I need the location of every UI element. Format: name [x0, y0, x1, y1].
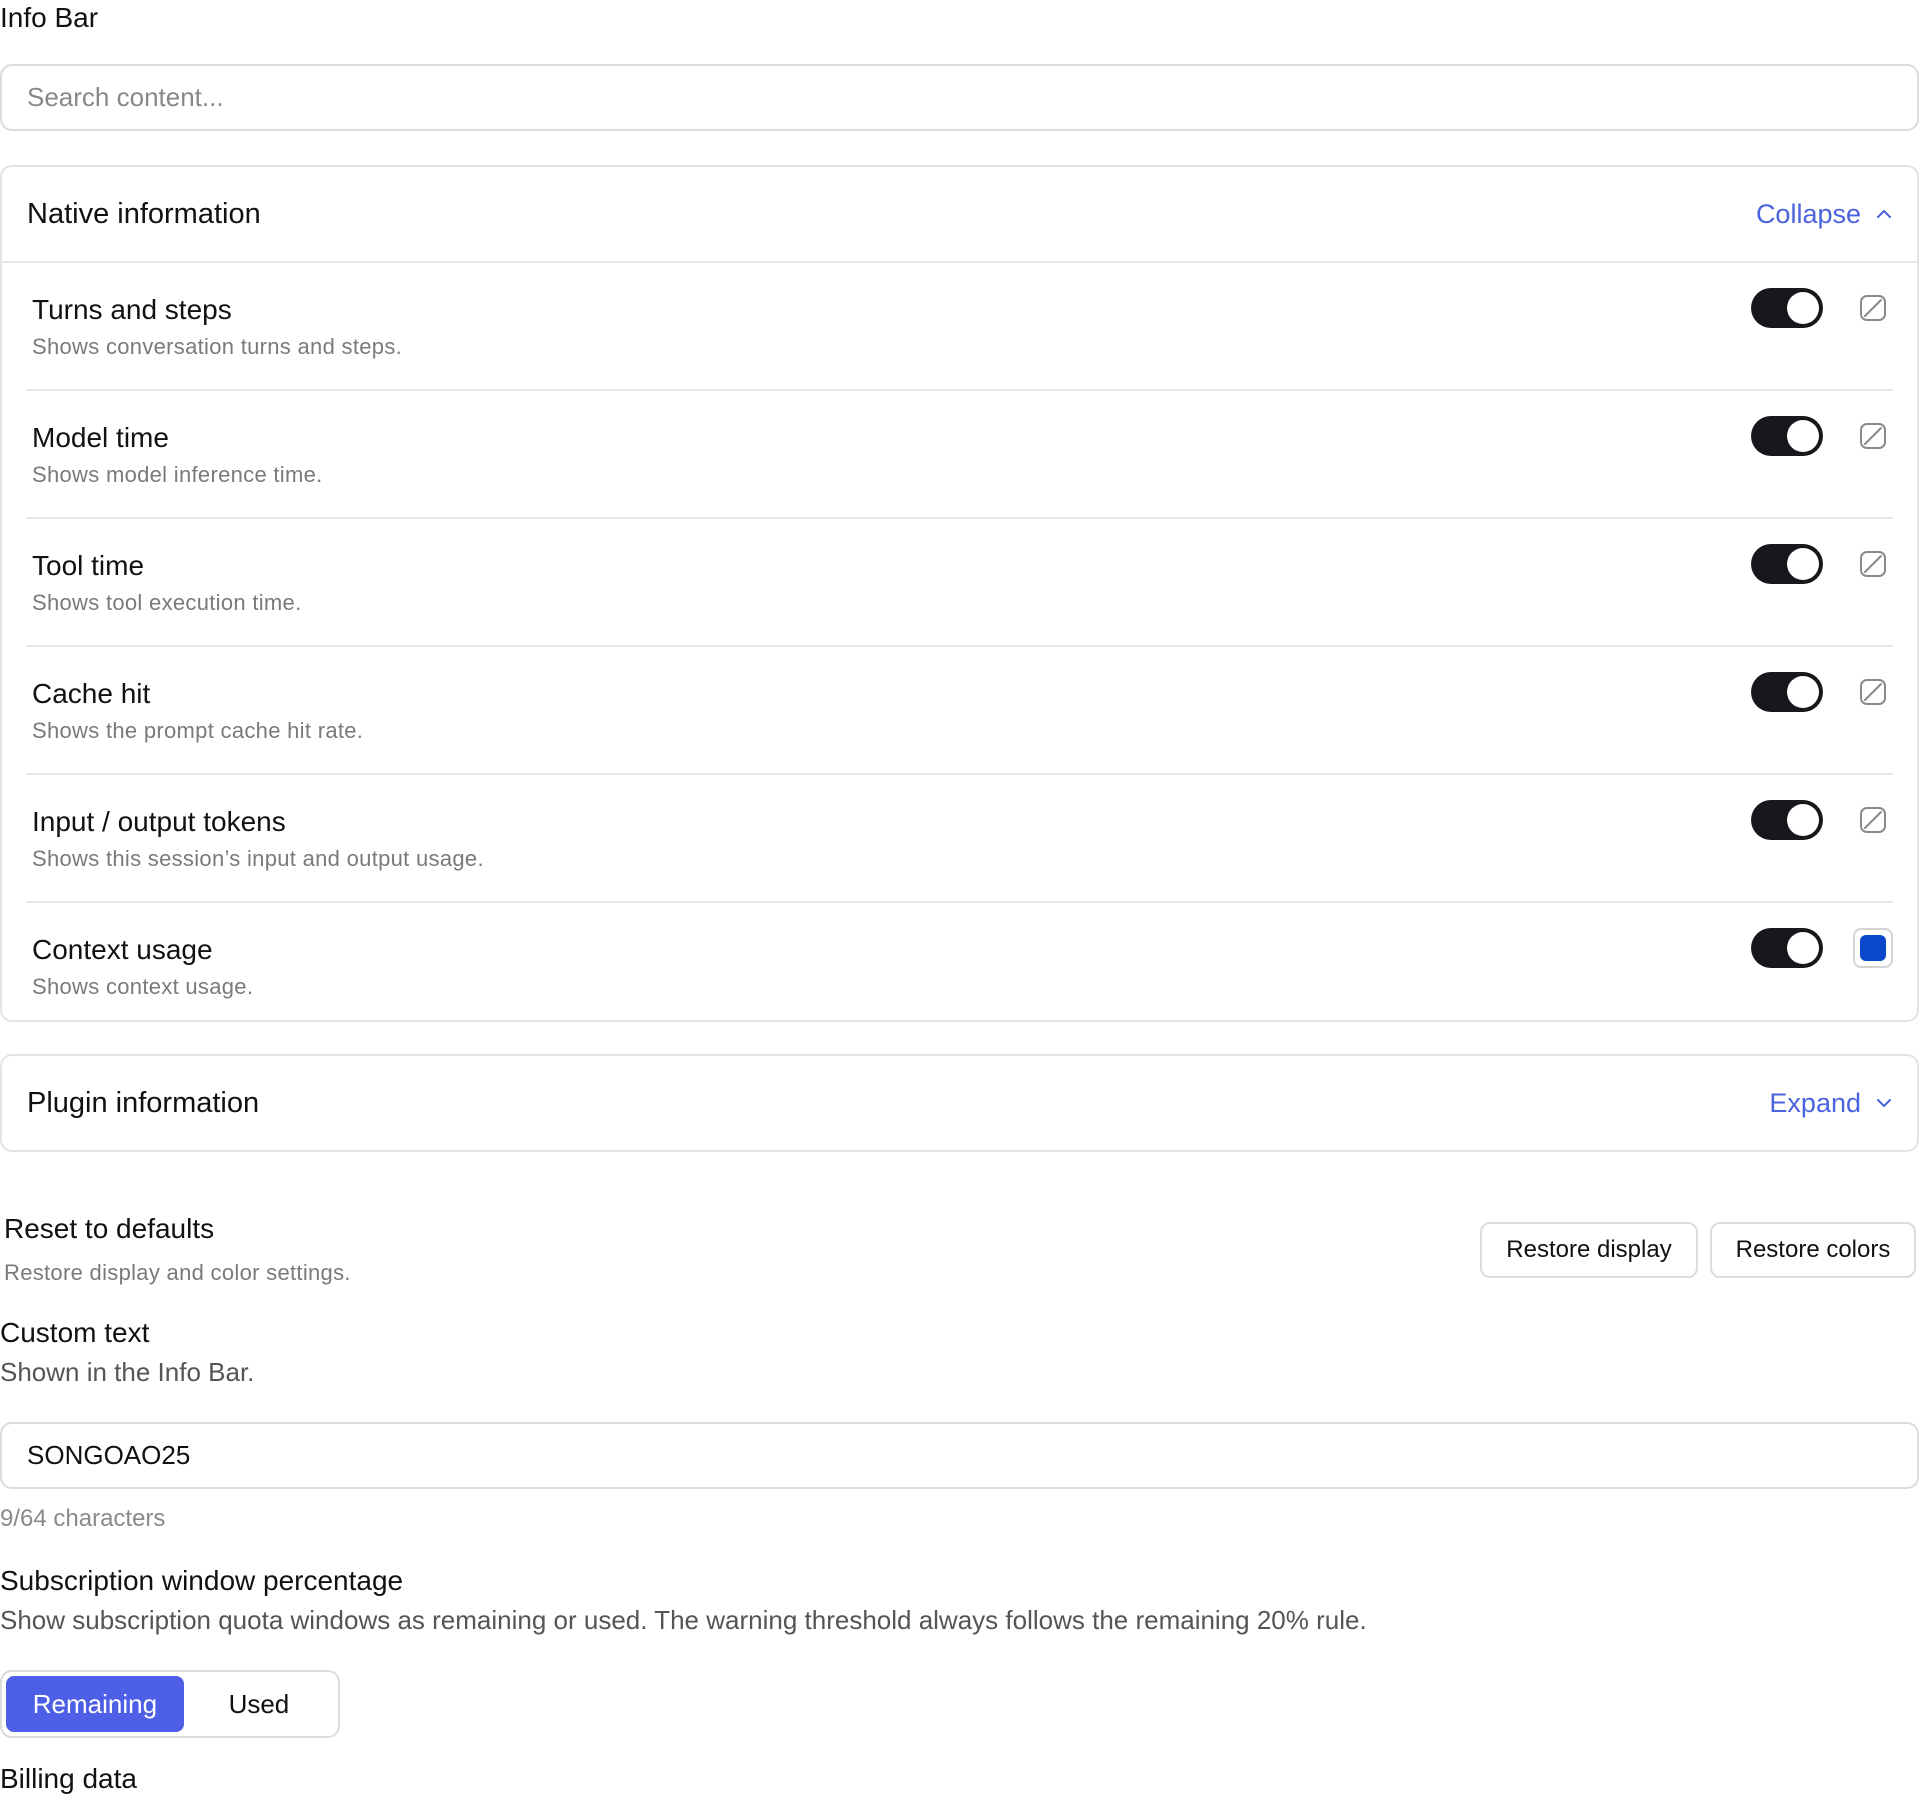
color-picker-button[interactable]: [1853, 928, 1893, 968]
search-box[interactable]: [0, 64, 1919, 131]
reset-description: Restore display and color settings.: [4, 1260, 351, 1285]
chevron-down-icon: [1877, 1099, 1891, 1107]
visibility-toggle[interactable]: [1751, 288, 1823, 328]
color-swatch: [1860, 935, 1886, 961]
no-color-icon: [1860, 423, 1886, 449]
plugin-information-title: Plugin information: [27, 1086, 260, 1119]
setting-description: Shows the prompt cache hit rate.: [32, 718, 364, 743]
native-setting-row: Cache hit Shows the prompt cache hit rate…: [26, 647, 1893, 775]
setting-label: Context usage: [32, 934, 213, 965]
native-setting-row: Turns and steps Shows conversation turns …: [26, 263, 1893, 391]
collapse-label: Collapse: [1755, 198, 1861, 229]
setting-text: Input / output tokens Shows this session’…: [26, 775, 484, 872]
toggle-knob: [1787, 932, 1819, 964]
restore-display-button[interactable]: Restore display: [1480, 1222, 1698, 1278]
billing-data-title: Billing data: [0, 1763, 137, 1794]
setting-description: Shows this session’s input and output us…: [32, 846, 484, 871]
no-color-icon: [1860, 295, 1886, 321]
subscription-description: Show subscription quota windows as remai…: [0, 1605, 1367, 1635]
toggle-knob: [1787, 804, 1819, 836]
custom-text-title: Custom text: [0, 1317, 150, 1348]
expand-label: Expand: [1769, 1087, 1861, 1118]
visibility-toggle[interactable]: [1751, 544, 1823, 584]
segment-used[interactable]: Used: [184, 1676, 334, 1732]
expand-button[interactable]: Expand: [1769, 1088, 1893, 1119]
setting-text: Turns and steps Shows conversation turns …: [26, 263, 402, 360]
chevron-up-icon: [1877, 210, 1891, 218]
collapse-button[interactable]: Collapse: [1756, 199, 1893, 230]
visibility-toggle[interactable]: [1751, 672, 1823, 712]
toggle-knob: [1787, 420, 1819, 452]
native-information-title: Native information: [27, 197, 261, 230]
page-title: Info Bar: [0, 2, 99, 33]
native-information-card: Native information Collapse Turns and st…: [0, 165, 1919, 1022]
setting-controls: [1751, 416, 1893, 456]
plugin-information-header: Plugin information Expand: [2, 1056, 1917, 1150]
native-information-header: Native information Collapse: [2, 167, 1917, 261]
setting-label: Model time: [32, 422, 169, 453]
setting-text: Model time Shows model inference time.: [26, 391, 323, 488]
reset-title: Reset to defaults: [4, 1213, 215, 1244]
setting-label: Turns and steps: [32, 294, 232, 325]
custom-text-input[interactable]: [2, 1424, 1917, 1487]
visibility-toggle[interactable]: [1751, 928, 1823, 968]
native-information-list: Turns and steps Shows conversation turns …: [2, 261, 1917, 1029]
color-picker-button[interactable]: [1853, 288, 1893, 328]
restore-colors-button[interactable]: Restore colors: [1710, 1222, 1916, 1278]
subscription-mode-selector: Remaining Used: [0, 1670, 340, 1738]
toggle-knob: [1787, 548, 1819, 580]
visibility-toggle[interactable]: [1751, 416, 1823, 456]
no-color-icon: [1860, 807, 1886, 833]
character-count: 9/64 characters: [0, 1505, 166, 1532]
native-setting-row: Tool time Shows tool execution time.: [26, 519, 1893, 647]
setting-text: Tool time Shows tool execution time.: [26, 519, 302, 616]
color-picker-button[interactable]: [1853, 416, 1893, 456]
visibility-toggle[interactable]: [1751, 800, 1823, 840]
segment-remaining[interactable]: Remaining: [6, 1676, 184, 1732]
color-picker-button[interactable]: [1853, 672, 1893, 712]
search-input[interactable]: [2, 66, 1917, 129]
custom-text-description: Shown in the Info Bar.: [0, 1357, 255, 1387]
setting-text: Cache hit Shows the prompt cache hit rate…: [26, 647, 363, 744]
setting-controls: [1751, 928, 1893, 968]
toggle-knob: [1787, 676, 1819, 708]
setting-label: Input / output tokens: [32, 806, 286, 837]
toggle-knob: [1787, 292, 1819, 324]
info-bar-settings: Info Bar Native information Collapse Tur…: [0, 0, 1920, 1800]
native-setting-row: Context usage Shows context usage.: [26, 903, 1893, 1029]
setting-description: Shows tool execution time.: [32, 590, 302, 615]
native-setting-row: Model time Shows model inference time.: [26, 391, 1893, 519]
setting-description: Shows context usage.: [32, 974, 254, 999]
setting-controls: [1751, 544, 1893, 584]
color-picker-button[interactable]: [1853, 800, 1893, 840]
subscription-title: Subscription window percentage: [0, 1565, 404, 1596]
plugin-information-card: Plugin information Expand: [0, 1054, 1919, 1152]
setting-text: Context usage Shows context usage.: [26, 903, 253, 1000]
setting-controls: [1751, 672, 1893, 712]
custom-text-box[interactable]: [0, 1422, 1919, 1489]
setting-controls: [1751, 288, 1893, 328]
setting-description: Shows model inference time.: [32, 462, 323, 487]
setting-label: Tool time: [32, 550, 145, 581]
setting-label: Cache hit: [32, 678, 151, 709]
native-setting-row: Input / output tokens Shows this session’…: [26, 775, 1893, 903]
setting-description: Shows conversation turns and steps.: [32, 334, 403, 359]
setting-controls: [1751, 800, 1893, 840]
no-color-icon: [1860, 679, 1886, 705]
no-color-icon: [1860, 551, 1886, 577]
color-picker-button[interactable]: [1853, 544, 1893, 584]
